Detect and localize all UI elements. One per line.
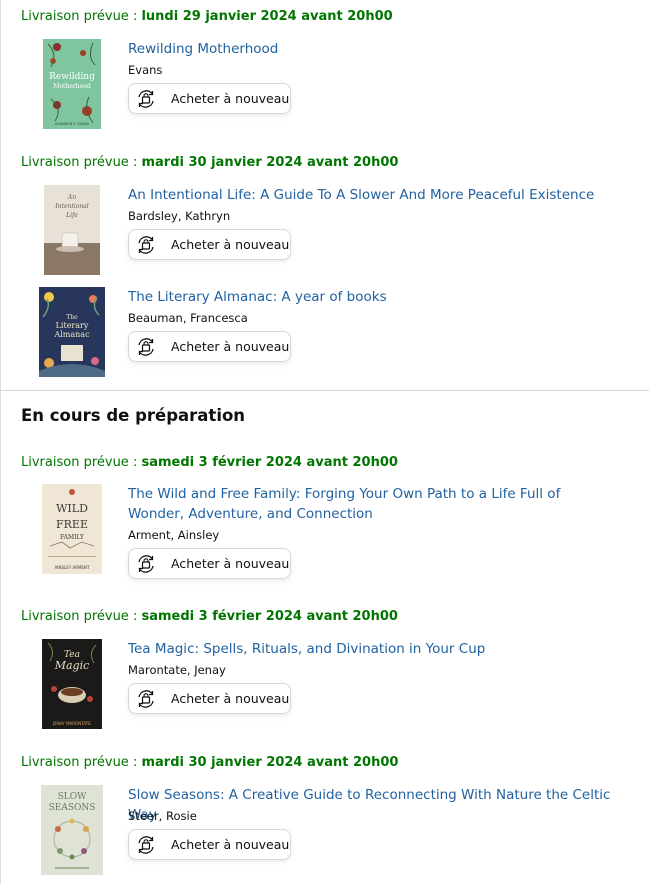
product-author: Arment, Ainsley	[128, 528, 220, 542]
cover-title-line: SEASONS	[49, 803, 96, 813]
buy-again-label: Acheter à nouveau	[171, 691, 290, 706]
product-title-link[interactable]: The Wild and Free Family: Forging Your O…	[128, 484, 618, 524]
cover-title-line: WILD	[56, 502, 88, 515]
delivery-prefix: Livraison prévue :	[21, 609, 138, 624]
reorder-cycle-icon	[135, 688, 157, 710]
buy-again-button[interactable]: Acheter à nouveau	[128, 829, 291, 860]
cover-title-line: Motherhood	[53, 83, 91, 90]
book-cover-wild-and-free-family[interactable]: WILD FREE FAMILY AINSLEY ARMENT	[42, 484, 102, 574]
book-cover-tea-magic[interactable]: Tea Magic JENAY MARONTATE	[42, 639, 102, 729]
buy-again-label: Acheter à nouveau	[171, 556, 290, 571]
product-author: Marontate, Jenay	[128, 663, 226, 677]
product-title-link[interactable]: An Intentional Life: A Guide To A Slower…	[128, 185, 628, 205]
cover-title-line: The	[66, 314, 78, 321]
cover-title-line: Literary	[56, 321, 89, 330]
product-author: Bardsley, Kathryn	[128, 209, 231, 223]
delivery-prefix: Livraison prévue :	[21, 155, 138, 170]
product-title-link[interactable]: Rewilding Motherhood	[128, 39, 628, 59]
cover-title-line: An	[67, 194, 76, 201]
delivery-prefix: Livraison prévue :	[21, 9, 138, 24]
product-author: Beauman, Francesca	[128, 311, 248, 325]
delivery-date: mardi 30 janvier 2024 avant 20h00	[141, 755, 399, 770]
delivery-date: lundi 29 janvier 2024 avant 20h00	[141, 9, 393, 24]
orders-page: Livraison prévue : lundi 29 janvier 2024…	[0, 0, 649, 884]
cover-title-line: Almanac	[53, 330, 90, 339]
reorder-cycle-icon	[135, 336, 157, 358]
book-cover-rewilding-motherhood[interactable]: Rewilding Motherhood SHANNON K. EVANS	[43, 39, 101, 129]
section-divider	[1, 390, 649, 391]
book-cover-image: An Intentional Life	[44, 185, 100, 275]
buy-again-label: Acheter à nouveau	[171, 91, 290, 106]
buy-again-label: Acheter à nouveau	[171, 339, 290, 354]
delivery-estimate: Livraison prévue : samedi 3 février 2024…	[21, 455, 398, 470]
delivery-date: samedi 3 février 2024 avant 20h00	[141, 455, 398, 470]
book-cover-image: Rewilding Motherhood SHANNON K. EVANS	[43, 39, 101, 129]
cover-title-line: FREE	[56, 518, 88, 531]
delivery-estimate: Livraison prévue : mardi 30 janvier 2024…	[21, 755, 398, 770]
delivery-prefix: Livraison prévue :	[21, 455, 138, 470]
cover-author-text: AINSLEY ARMENT	[55, 565, 90, 570]
delivery-date: mardi 30 janvier 2024 avant 20h00	[141, 155, 399, 170]
book-cover-an-intentional-life[interactable]: An Intentional Life	[44, 185, 100, 275]
book-cover-image: Tea Magic JENAY MARONTATE	[42, 639, 102, 729]
delivery-prefix: Livraison prévue :	[21, 755, 138, 770]
delivery-estimate: Livraison prévue : lundi 29 janvier 2024…	[21, 9, 393, 24]
buy-again-label: Acheter à nouveau	[171, 237, 290, 252]
delivery-date: samedi 3 février 2024 avant 20h00	[141, 609, 398, 624]
cover-title-line: FAMILY	[60, 534, 85, 541]
delivery-estimate: Livraison prévue : samedi 3 février 2024…	[21, 609, 398, 624]
delivery-estimate: Livraison prévue : mardi 30 janvier 2024…	[21, 155, 398, 170]
buy-again-button[interactable]: Acheter à nouveau	[128, 683, 291, 714]
cover-title-line: Magic	[54, 659, 90, 672]
book-cover-image: SLOW SEASONS	[41, 785, 103, 875]
cover-title-line: Intentional	[54, 203, 88, 210]
buy-again-button[interactable]: Acheter à nouveau	[128, 229, 291, 260]
reorder-cycle-icon	[135, 88, 157, 110]
product-title-link[interactable]: Tea Magic: Spells, Rituals, and Divinati…	[128, 639, 628, 659]
cover-author-text: JENAY MARONTATE	[52, 721, 91, 726]
cover-title-line: Rewilding	[49, 72, 95, 82]
product-title-link[interactable]: The Literary Almanac: A year of books	[128, 287, 628, 307]
cover-author-text: SHANNON K. EVANS	[55, 122, 89, 126]
cover-title-line: Life	[65, 212, 78, 219]
buy-again-button[interactable]: Acheter à nouveau	[128, 331, 291, 362]
buy-again-label: Acheter à nouveau	[171, 837, 290, 852]
buy-again-button[interactable]: Acheter à nouveau	[128, 83, 291, 114]
product-author: Steer, Rosie	[128, 809, 197, 823]
product-title-link[interactable]: Slow Seasons: A Creative Guide to Reconn…	[128, 785, 628, 825]
book-cover-image: The Literary Almanac	[39, 287, 105, 377]
buy-again-button[interactable]: Acheter à nouveau	[128, 548, 291, 579]
section-title-in-progress: En cours de préparation	[21, 406, 246, 425]
product-author: Evans	[128, 63, 163, 77]
book-cover-slow-seasons[interactable]: SLOW SEASONS	[41, 785, 103, 875]
reorder-cycle-icon	[135, 234, 157, 256]
book-cover-image: WILD FREE FAMILY AINSLEY ARMENT	[42, 484, 102, 574]
reorder-cycle-icon	[135, 553, 157, 575]
book-cover-the-literary-almanac[interactable]: The Literary Almanac	[39, 287, 105, 377]
reorder-cycle-icon	[135, 834, 157, 856]
cover-title-line: SLOW	[58, 792, 88, 802]
